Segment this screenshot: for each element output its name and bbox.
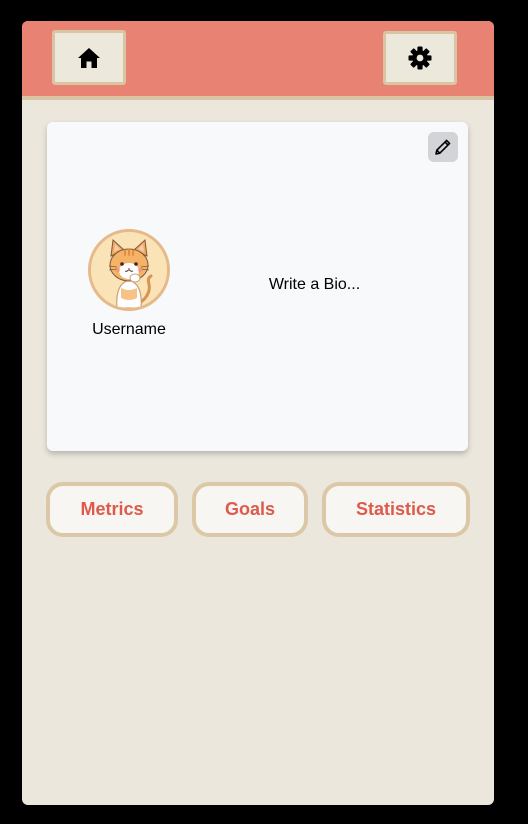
- username-label: Username: [92, 321, 166, 338]
- goals-button[interactable]: Goals: [192, 482, 308, 537]
- edit-profile-button[interactable]: [428, 132, 458, 162]
- gear-icon: [408, 46, 432, 70]
- home-icon: [78, 47, 100, 68]
- profile-card: Username Write a Bio...: [47, 122, 468, 451]
- statistics-button[interactable]: Statistics: [322, 482, 470, 537]
- home-button[interactable]: [52, 30, 126, 85]
- bio-field[interactable]: Write a Bio...: [237, 276, 392, 294]
- avatar[interactable]: [88, 229, 170, 311]
- metrics-button[interactable]: Metrics: [46, 482, 178, 537]
- settings-button[interactable]: [383, 31, 457, 85]
- top-bar: [22, 21, 494, 100]
- pencil-icon: [435, 139, 451, 155]
- app-window: Username Write a Bio... Metrics Goals St…: [22, 21, 494, 805]
- cat-avatar-icon: [108, 238, 153, 308]
